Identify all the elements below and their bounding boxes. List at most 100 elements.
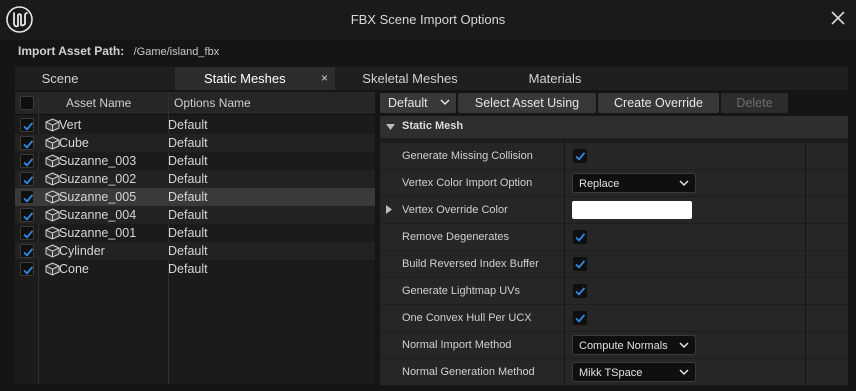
normal-import-method-dropdown[interactable]: Compute Normals bbox=[572, 335, 696, 355]
row-checkbox[interactable] bbox=[20, 226, 34, 240]
select-asset-using-button[interactable]: Select Asset Using bbox=[458, 93, 596, 113]
build-reversed-index-buffer-checkbox[interactable] bbox=[573, 257, 587, 271]
checkmark-icon bbox=[23, 122, 34, 131]
section-title: Static Mesh bbox=[402, 120, 464, 132]
table-row[interactable]: Cone Default bbox=[15, 260, 375, 278]
options-name: Default bbox=[168, 226, 208, 240]
window-title: FBX Scene Import Options bbox=[350, 12, 506, 27]
generate-missing-collision-checkbox[interactable] bbox=[573, 149, 587, 163]
import-path-value: /Game/island_fbx bbox=[133, 46, 220, 58]
row-checkbox[interactable] bbox=[20, 118, 34, 132]
chevron-down-icon bbox=[679, 369, 689, 376]
checkmark-icon bbox=[575, 314, 586, 323]
property-label: One Convex Hull Per UCX bbox=[402, 312, 532, 324]
options-name: Default bbox=[168, 262, 208, 276]
checkmark-icon bbox=[23, 212, 34, 221]
asset-list-header: Asset Name Options Name bbox=[15, 92, 375, 115]
tab-label: Materials bbox=[528, 71, 582, 86]
normal-generation-method-dropdown[interactable]: Mikk TSpace bbox=[572, 362, 696, 382]
asset-name: Suzanne_002 bbox=[59, 172, 137, 186]
property-label: Vertex Override Color bbox=[402, 204, 508, 216]
tab-scene[interactable]: Scene bbox=[15, 67, 105, 90]
row-checkbox[interactable] bbox=[20, 208, 34, 222]
tab-close-icon[interactable]: × bbox=[321, 67, 328, 90]
table-row[interactable]: Suzanne_001 Default bbox=[15, 224, 375, 242]
property-row-one-convex-hull-per-ucx: One Convex Hull Per UCX bbox=[380, 305, 848, 331]
tab-static-meshes[interactable]: Static Meshes × bbox=[175, 67, 335, 90]
remove-degenerates-checkbox[interactable] bbox=[573, 230, 587, 244]
generate-lightmap-uvs-checkbox[interactable] bbox=[573, 284, 587, 298]
table-row[interactable]: Cylinder Default bbox=[15, 242, 375, 260]
dropdown-value: Compute Normals bbox=[579, 340, 668, 352]
row-checkbox[interactable] bbox=[20, 244, 34, 258]
tab-materials[interactable]: Materials bbox=[515, 67, 595, 90]
asset-name: Suzanne_004 bbox=[59, 208, 137, 222]
asset-list: Asset Name Options Name Vert Default Cube D… bbox=[15, 92, 375, 384]
row-checkbox[interactable] bbox=[20, 136, 34, 150]
property-row-generate-lightmap-uvs: Generate Lightmap UVs bbox=[380, 278, 848, 304]
checkmark-icon bbox=[23, 158, 34, 167]
row-checkbox[interactable] bbox=[20, 172, 34, 186]
checkmark-icon bbox=[23, 230, 34, 239]
table-row[interactable]: Cube Default bbox=[15, 134, 375, 152]
options-name: Default bbox=[168, 208, 208, 222]
static-mesh-icon bbox=[45, 154, 60, 168]
column-asset-name[interactable]: Asset Name bbox=[66, 92, 131, 115]
static-mesh-icon bbox=[45, 226, 60, 240]
options-name: Default bbox=[168, 190, 208, 204]
static-mesh-icon bbox=[45, 118, 60, 132]
close-icon[interactable] bbox=[830, 10, 846, 26]
table-row[interactable]: Suzanne_005 Default bbox=[15, 188, 375, 206]
tab-bar: Scene Static Meshes × Skeletal Meshes Ma… bbox=[15, 67, 848, 90]
property-row-vertex-color-import-option: Vertex Color Import Option Replace bbox=[380, 170, 848, 196]
chevron-down-icon bbox=[679, 180, 689, 187]
expand-triangle-icon[interactable] bbox=[386, 205, 392, 214]
asset-name: Vert bbox=[59, 118, 82, 132]
tab-skeletal-meshes[interactable]: Skeletal Meshes bbox=[355, 67, 465, 90]
title-bar: FBX Scene Import Options bbox=[0, 0, 856, 40]
property-label: Generate Lightmap UVs bbox=[402, 285, 521, 297]
table-row[interactable]: Suzanne_004 Default bbox=[15, 206, 375, 224]
details-panel: Static Mesh Generate Missing Collision Ve… bbox=[380, 116, 848, 385]
tab-label: Scene bbox=[41, 71, 79, 86]
checkmark-icon bbox=[23, 266, 34, 275]
options-name: Default bbox=[168, 172, 208, 186]
property-row-normal-import-method: Normal Import Method Compute Normals bbox=[380, 332, 848, 358]
select-all-checkbox[interactable] bbox=[20, 96, 34, 110]
static-mesh-icon bbox=[45, 262, 60, 276]
static-mesh-icon bbox=[45, 208, 60, 222]
static-mesh-section-header[interactable]: Static Mesh bbox=[380, 116, 848, 138]
row-checkbox[interactable] bbox=[20, 262, 34, 276]
asset-name: Cube bbox=[59, 136, 89, 150]
checkmark-icon bbox=[23, 140, 34, 149]
asset-name: Cylinder bbox=[59, 244, 105, 258]
property-label: Build Reversed Index Buffer bbox=[402, 258, 539, 270]
asset-name: Cone bbox=[59, 262, 89, 276]
options-dropdown[interactable]: Default bbox=[380, 93, 456, 113]
static-mesh-icon bbox=[45, 172, 60, 186]
row-checkbox[interactable] bbox=[20, 190, 34, 204]
row-checkbox[interactable] bbox=[20, 154, 34, 168]
vertex-override-color-swatch[interactable] bbox=[572, 201, 692, 219]
delete-button[interactable]: Delete bbox=[721, 93, 788, 113]
property-row-build-reversed-index-buffer: Build Reversed Index Buffer bbox=[380, 251, 848, 277]
collapse-triangle-icon bbox=[386, 124, 395, 130]
options-dropdown-value: Default bbox=[388, 96, 428, 110]
table-row[interactable]: Suzanne_003 Default bbox=[15, 152, 375, 170]
table-row[interactable]: Suzanne_002 Default bbox=[15, 170, 375, 188]
dropdown-value: Replace bbox=[579, 178, 620, 190]
chevron-down-icon bbox=[440, 99, 450, 106]
options-name: Default bbox=[168, 154, 208, 168]
asset-name: Suzanne_003 bbox=[59, 154, 137, 168]
table-row[interactable]: Vert Default bbox=[15, 116, 375, 134]
tab-label: Static Meshes bbox=[204, 71, 286, 86]
property-row-normal-generation-method: Normal Generation Method Mikk TSpace bbox=[380, 359, 848, 385]
options-name: Default bbox=[168, 118, 208, 132]
property-label: Generate Missing Collision bbox=[402, 150, 533, 162]
create-override-button[interactable]: Create Override bbox=[598, 93, 719, 113]
column-options-name[interactable]: Options Name bbox=[174, 92, 251, 115]
vertex-color-import-option-dropdown[interactable]: Replace bbox=[572, 173, 696, 193]
one-convex-hull-per-ucx-checkbox[interactable] bbox=[573, 311, 587, 325]
options-name: Default bbox=[168, 136, 208, 150]
checkmark-icon bbox=[23, 194, 34, 203]
